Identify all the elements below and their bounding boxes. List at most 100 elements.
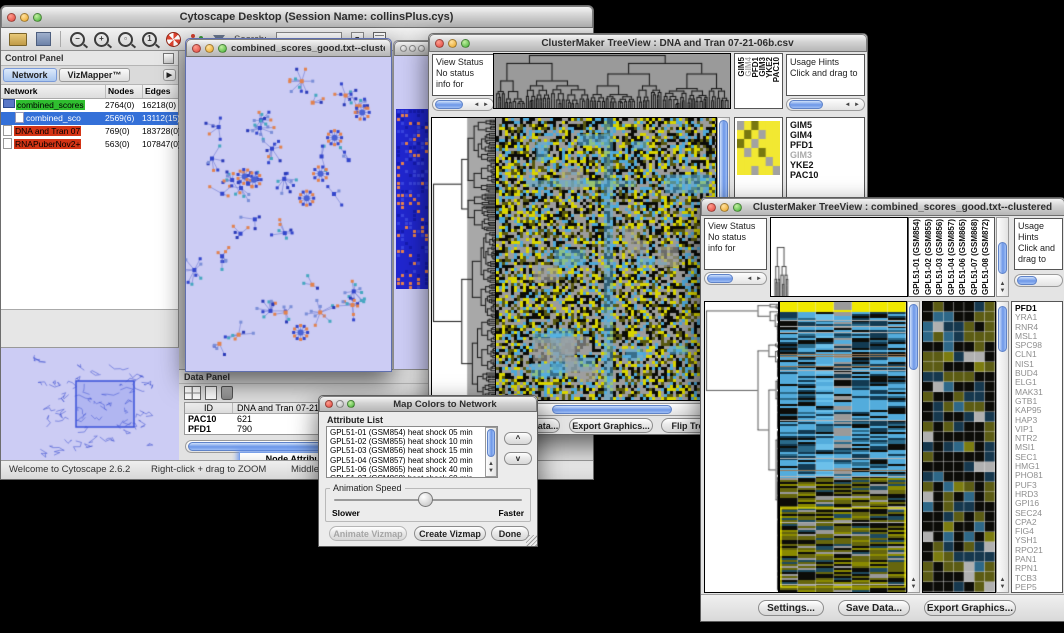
attribute-item[interactable]: GPL51-06 (GSM865) heat shock 40 min <box>330 465 495 474</box>
speed-slider-thumb[interactable] <box>418 492 433 507</box>
col-header-network[interactable]: Network <box>1 85 105 98</box>
view-status-hscrollbar[interactable]: ◄ ► <box>432 98 494 111</box>
gene-label: MON2 <box>1015 592 1059 593</box>
resize-grip[interactable] <box>526 535 537 546</box>
minimize-icon[interactable] <box>205 44 214 53</box>
column-label: GPL51-08 (GSM872) <box>980 219 992 295</box>
network-doc-icon <box>3 125 12 136</box>
export-graphics-button[interactable]: Export Graphics... <box>924 600 1016 616</box>
tab-vizmapper[interactable]: VizMapper™ <box>59 68 131 82</box>
save-icon[interactable] <box>36 32 51 46</box>
done-button[interactable]: Done <box>491 526 529 541</box>
tab-overflow-arrow[interactable]: ▶ <box>163 69 176 81</box>
network-doc-icon <box>15 112 24 123</box>
heatmap-canvas[interactable] <box>495 117 717 401</box>
zoom-heatmap-canvas[interactable] <box>922 301 996 593</box>
zoom-selected-icon[interactable]: ▫ <box>118 32 133 47</box>
help-lifesaver-icon[interactable] <box>166 32 181 47</box>
attribute-item[interactable]: GPL51-01 (GSM854) heat shock 05 min <box>330 428 495 437</box>
tab-network[interactable]: Network <box>3 68 57 82</box>
attribute-item[interactable]: GPL51-03 (GSM856) heat shock 15 min <box>330 446 495 455</box>
network-row[interactable]: DNA and Tran 07 769(0) 183728(0) <box>1 125 178 138</box>
close-icon[interactable] <box>435 39 444 48</box>
main-titlebar[interactable]: Cytoscape Desktop (Session Name: collins… <box>1 6 593 28</box>
zoom-fit-icon[interactable]: 1 <box>142 32 157 47</box>
usage-hints-hscrollbar[interactable] <box>1014 274 1063 287</box>
status-hint-zoom: Right-click + drag to ZOOM <box>151 464 266 475</box>
minimize-icon[interactable] <box>448 39 457 48</box>
gene-label: GIM5 <box>790 120 861 130</box>
new-attribute-icon[interactable] <box>205 386 217 400</box>
export-graphics-button[interactable]: Export Graphics... <box>569 418 653 433</box>
control-panel: Control Panel Network VizMapper™ ▶ Netwo… <box>1 51 179 461</box>
save-data-button[interactable]: Save Data... <box>838 600 910 616</box>
faster-label: Faster <box>498 508 524 518</box>
zoom-heatmap-vscrollbar[interactable]: ▲▼ <box>996 301 1009 593</box>
network-row-selected[interactable]: combined_sco 2569(6) 13112(15) <box>1 112 178 125</box>
network-row[interactable]: RNAPuberNov2+ 563(0) 107847(0) <box>1 138 178 151</box>
treeview2-titlebar[interactable]: ClusterMaker TreeView : combined_scores_… <box>701 198 1064 216</box>
zoom-in-icon[interactable]: + <box>94 32 109 47</box>
attribute-list-vscrollbar[interactable]: ▲▼ <box>485 427 497 477</box>
col-header-edges[interactable]: Edges <box>142 85 179 98</box>
animate-vizmap-button[interactable]: Animate Vizmap <box>329 526 407 541</box>
open-file-icon[interactable] <box>9 33 27 46</box>
move-up-button[interactable]: ^ <box>504 432 532 445</box>
close-icon[interactable] <box>400 45 407 52</box>
zoom-matrix-canvas[interactable] <box>737 121 780 175</box>
move-down-button[interactable]: v <box>504 452 532 465</box>
minimize-icon[interactable] <box>409 45 416 52</box>
close-icon[interactable] <box>192 44 201 53</box>
network-graph-canvas[interactable] <box>186 58 389 370</box>
treeview2-bottom-bar: Settings... Save Data... Export Graphics… <box>701 594 1064 621</box>
attribute-item[interactable]: GPL51-04 (GSM857) heat shock 20 min <box>330 456 495 465</box>
usage-hints-hscrollbar[interactable]: ◄ ► <box>786 98 865 111</box>
attribute-item[interactable]: GPL51-02 (GSM855) heat shock 10 min <box>330 437 495 446</box>
attribute-item[interactable]: GPL51-07 (GSM868) heat shock 60 min <box>330 474 495 478</box>
network-view-title: combined_scores_good.txt--cluste... <box>231 43 385 54</box>
column-label: GPL51-04 (GSM857) <box>946 219 958 295</box>
zoom-window-icon[interactable] <box>461 39 470 48</box>
settings-button[interactable]: Settings... <box>758 600 824 616</box>
window-controls[interactable] <box>7 13 42 22</box>
column-labels-vscrollbar[interactable]: ▲▼ <box>996 217 1009 297</box>
zoom-window-icon[interactable] <box>418 45 425 52</box>
network-view-titlebar[interactable]: combined_scores_good.txt--cluste... <box>186 39 391 57</box>
view-status-title: View Status <box>708 221 755 231</box>
treeview1-titlebar[interactable]: ClusterMaker TreeView : DNA and Tran 07-… <box>429 34 867 52</box>
view-status-hscrollbar[interactable]: ◄ ► <box>704 272 767 285</box>
float-panel-icon[interactable] <box>163 53 174 64</box>
attribute-list[interactable]: GPL51-01 (GSM854) heat shock 05 minGPL51… <box>326 426 498 478</box>
slower-label: Slower <box>332 508 360 518</box>
network-overview-canvas[interactable] <box>4 351 176 458</box>
table-view-icon[interactable] <box>184 386 201 400</box>
create-vizmap-button[interactable]: Create Vizmap <box>414 526 486 541</box>
dialog-titlebar[interactable]: Map Colors to Network <box>319 396 537 412</box>
animation-speed-label: Animation Speed <box>330 483 405 493</box>
column-tree-canvas[interactable] <box>770 217 908 297</box>
close-icon[interactable] <box>707 203 716 212</box>
minimize-icon[interactable] <box>336 400 344 408</box>
row-dendrogram-canvas[interactable] <box>704 301 779 593</box>
column-dendrogram-canvas[interactable] <box>493 53 731 109</box>
zoom-window-icon[interactable] <box>33 13 42 22</box>
network-overview-panel[interactable] <box>1 347 179 461</box>
close-icon[interactable] <box>7 13 16 22</box>
delete-attribute-trash-icon[interactable] <box>221 386 233 400</box>
usage-hints-title: Usage Hints <box>790 57 839 67</box>
minimize-icon[interactable] <box>720 203 729 212</box>
col-header-nodes[interactable]: Nodes <box>105 85 142 98</box>
zoom-window-icon[interactable] <box>218 44 227 53</box>
zoom-out-icon[interactable]: − <box>70 32 85 47</box>
gene-label: GIM3 <box>790 150 861 160</box>
row-dendrogram-canvas[interactable] <box>431 117 497 401</box>
folder-icon <box>3 99 15 108</box>
minimize-icon[interactable] <box>20 13 29 22</box>
network-row[interactable]: combined_scores 2764(0) 16218(0) <box>1 99 178 112</box>
close-icon[interactable] <box>325 400 333 408</box>
zoom-window-icon[interactable] <box>733 203 742 212</box>
heatmap-canvas[interactable] <box>779 301 907 593</box>
data-col-id[interactable]: ID <box>185 403 233 413</box>
heatmap-vscrollbar[interactable]: ▲▼ <box>907 301 920 593</box>
zoom-window-icon[interactable] <box>347 400 355 408</box>
